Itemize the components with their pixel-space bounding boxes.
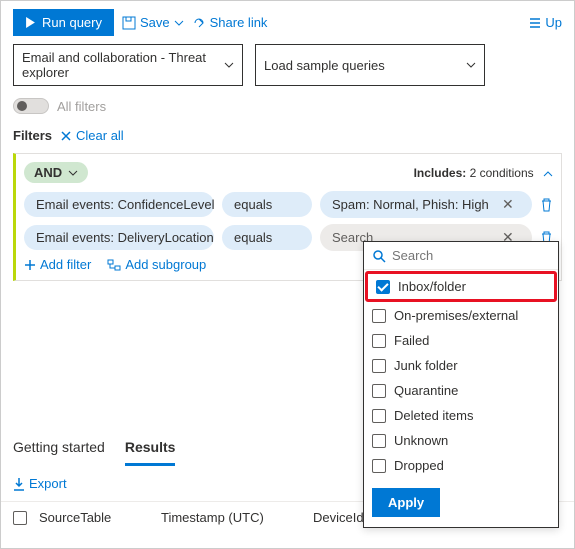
save-button[interactable]: Save — [122, 15, 184, 30]
dropdown-option[interactable]: Deleted items — [364, 403, 558, 428]
option-checkbox[interactable] — [372, 434, 386, 448]
add-filter-label: Add filter — [40, 257, 91, 272]
filter-operator-pill[interactable]: equals — [222, 192, 312, 217]
filter-operator-pill[interactable]: equals — [222, 225, 312, 250]
save-icon — [122, 16, 136, 30]
option-checkbox[interactable] — [372, 334, 386, 348]
filter-field-pill[interactable]: Email events: ConfidenceLevel — [24, 192, 214, 217]
up-button[interactable]: Up — [527, 15, 562, 30]
subgroup-icon — [107, 259, 121, 271]
play-icon — [25, 17, 36, 28]
option-checkbox[interactable] — [372, 384, 386, 398]
chevron-down-icon — [174, 20, 184, 26]
dropdown-option[interactable]: Unknown — [364, 428, 558, 453]
run-query-button[interactable]: Run query — [13, 9, 114, 36]
run-label: Run query — [42, 15, 102, 30]
operator-pill[interactable]: AND — [24, 162, 88, 183]
chevron-down-icon — [68, 170, 78, 176]
data-source-select[interactable]: Email and collaboration - Threat explore… — [13, 44, 243, 86]
dropdown-option[interactable]: Dropped — [364, 453, 558, 478]
column-header[interactable]: DeviceId — [313, 510, 364, 525]
dropdown-option[interactable]: Quarantine — [364, 378, 558, 403]
dropdown-option[interactable]: Failed — [364, 328, 558, 353]
all-filters-toggle[interactable] — [13, 98, 49, 114]
tab-getting-started[interactable]: Getting started — [13, 431, 105, 466]
dropdown-search[interactable] — [364, 242, 558, 270]
apply-button[interactable]: Apply — [372, 488, 440, 517]
all-filters-label: All filters — [57, 99, 106, 114]
share-label: Share link — [210, 15, 268, 30]
operator-label: AND — [34, 165, 62, 180]
option-checkbox[interactable] — [372, 309, 386, 323]
column-header[interactable]: Timestamp (UTC) — [161, 510, 301, 525]
export-label: Export — [29, 476, 67, 491]
chevron-down-icon — [466, 62, 476, 68]
plus-icon — [24, 259, 36, 271]
option-checkbox[interactable] — [372, 459, 386, 473]
chevron-up-icon[interactable] — [543, 171, 553, 177]
share-icon — [192, 16, 206, 30]
dropdown-search-input[interactable] — [392, 248, 550, 263]
column-header[interactable]: SourceTable — [39, 510, 149, 525]
filters-heading: Filters — [13, 128, 52, 143]
download-icon — [13, 477, 25, 491]
option-checkbox[interactable] — [372, 409, 386, 423]
value-dropdown: Inbox/folder On-premises/external Failed… — [363, 241, 559, 528]
dropdown-option[interactable]: On-premises/external — [364, 303, 558, 328]
save-label: Save — [140, 15, 170, 30]
option-checkbox[interactable] — [372, 359, 386, 373]
delete-row-icon[interactable] — [540, 198, 553, 212]
chevron-down-icon — [224, 62, 234, 68]
clear-all-label: Clear all — [76, 128, 124, 143]
filter-field-pill[interactable]: Email events: DeliveryLocation — [24, 225, 214, 250]
sample-queries-select[interactable]: Load sample queries — [255, 44, 485, 86]
select-all-checkbox[interactable] — [13, 511, 27, 525]
up-label: Up — [545, 15, 562, 30]
dropdown-option[interactable]: Junk folder — [364, 353, 558, 378]
clear-icon — [60, 130, 72, 142]
clear-value-icon[interactable]: ✕ — [502, 196, 520, 213]
clear-all-button[interactable]: Clear all — [60, 128, 124, 143]
dropdown-option[interactable]: Inbox/folder — [365, 271, 557, 302]
list-icon — [527, 17, 541, 29]
data-source-value: Email and collaboration - Threat explore… — [22, 50, 224, 80]
add-subgroup-button[interactable]: Add subgroup — [107, 257, 206, 272]
sample-queries-value: Load sample queries — [264, 58, 385, 73]
option-checkbox[interactable] — [376, 280, 390, 294]
includes-summary: Includes: 2 conditions — [414, 166, 553, 180]
condition-row: Email events: ConfidenceLevel equals Spa… — [24, 191, 553, 218]
add-subgroup-label: Add subgroup — [125, 257, 206, 272]
search-icon — [372, 249, 386, 263]
tab-results[interactable]: Results — [125, 431, 176, 466]
add-filter-button[interactable]: Add filter — [24, 257, 91, 272]
filter-value-pill[interactable]: Spam: Normal, Phish: High ✕ — [320, 191, 532, 218]
share-link-button[interactable]: Share link — [192, 15, 268, 30]
